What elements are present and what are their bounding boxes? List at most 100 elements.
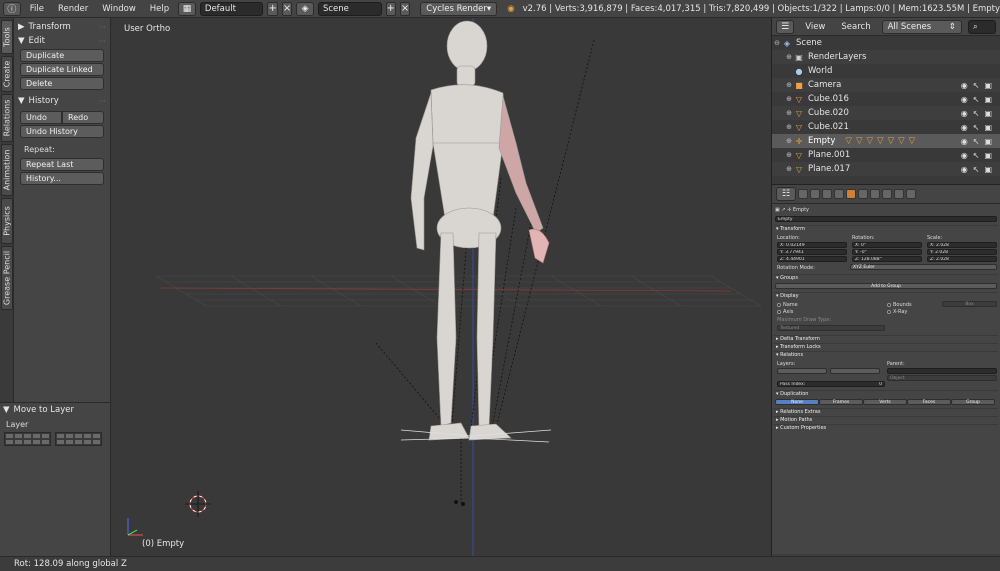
duplicate-button[interactable]: Duplicate [20, 49, 104, 62]
location-y[interactable]: Y: 3.77941 [777, 249, 847, 255]
outliner-search-input[interactable]: ⌕ [968, 19, 996, 34]
render-icon[interactable]: ▣ [984, 123, 992, 132]
cursor-icon[interactable]: ↖ [973, 165, 980, 174]
tab-physics[interactable]: Physics [1, 198, 13, 244]
outliner-row-empty[interactable]: ⊕ ✛ Empty ▽▽▽▽▽▽▽ ◉ ↖ ▣ [772, 134, 1000, 148]
section-transform-locks[interactable]: ▸ Transform Locks [774, 343, 998, 350]
eye-icon[interactable]: ◉ [961, 137, 968, 146]
cursor-icon[interactable]: ↖ [973, 151, 980, 160]
render-icon[interactable]: ▣ [984, 109, 992, 118]
outliner-search-menu[interactable]: Search [836, 22, 875, 32]
rotation-x[interactable]: X: 0° [852, 242, 922, 248]
collapse-icon[interactable]: ⊕ [784, 165, 794, 173]
scale-y[interactable]: Y: 2.028 [927, 249, 997, 255]
tab-animation[interactable]: Animation [1, 144, 13, 196]
eye-icon[interactable]: ◉ [961, 151, 968, 160]
renderlayers-tab-icon[interactable] [810, 189, 820, 199]
dup-none-button[interactable]: None [775, 399, 819, 405]
properties-editor-button[interactable]: ☷ [776, 187, 796, 201]
location-z[interactable]: Z: 4.44901 [777, 256, 847, 262]
empty-object[interactable] [454, 500, 465, 506]
constraints-tab-icon[interactable] [858, 189, 868, 199]
collapse-icon[interactable]: ⊕ [784, 53, 794, 61]
render-tab-icon[interactable] [798, 189, 808, 199]
modifiers-tab-icon[interactable] [870, 189, 880, 199]
rotation-z[interactable]: Z: 128.088° [852, 256, 922, 262]
scale-z[interactable]: Z: 2.028 [927, 256, 997, 262]
dup-group-button[interactable]: Group [951, 399, 995, 405]
menu-help[interactable]: Help [145, 4, 174, 14]
data-tab-icon[interactable] [882, 189, 892, 199]
xray-option[interactable]: X-Ray [887, 309, 997, 315]
dup-faces-button[interactable]: Faces [907, 399, 951, 405]
rotation-y[interactable]: Y: -0° [852, 249, 922, 255]
render-icon[interactable]: ▣ [984, 137, 992, 146]
menu-file[interactable]: File [25, 4, 49, 14]
location-x[interactable]: X: 0.02149 [777, 242, 847, 248]
outliner-row-world[interactable]: ● World [772, 64, 1000, 78]
parent-field[interactable] [887, 368, 997, 374]
parent-type-dropdown[interactable]: Object [887, 375, 997, 381]
remove-layout-button[interactable]: × [281, 1, 293, 16]
outliner-editor-button[interactable]: ☰ [776, 19, 795, 34]
layout-field[interactable]: Default [199, 1, 264, 16]
layer-block-right[interactable] [55, 432, 102, 446]
eye-icon[interactable]: ◉ [961, 123, 968, 132]
scale-x[interactable]: X: 2.028 [927, 242, 997, 248]
redo-button[interactable]: Redo [62, 111, 104, 124]
eye-icon[interactable]: ◉ [961, 95, 968, 104]
cursor-icon[interactable]: ↖ [973, 81, 980, 90]
collapse-icon[interactable]: ⊖ [772, 39, 782, 47]
outliner-row-cube020[interactable]: ⊕ ▽ Cube.020 ◉ ↖ ▣ [772, 106, 1000, 120]
scene-selector-button[interactable]: ◈ [296, 1, 314, 16]
menu-render[interactable]: Render [53, 4, 93, 14]
eye-icon[interactable]: ◉ [961, 81, 968, 90]
bounds-type-dropdown[interactable]: Box [942, 301, 997, 307]
collapse-icon[interactable]: ⊕ [784, 123, 794, 131]
outliner-row-cube016[interactable]: ⊕ ▽ Cube.016 ◉ ↖ ▣ [772, 92, 1000, 106]
menu-window[interactable]: Window [97, 4, 141, 14]
world-tab-icon[interactable] [834, 189, 844, 199]
cursor-icon[interactable]: ↖ [973, 109, 980, 118]
history-dots-button[interactable]: History... [20, 172, 104, 185]
render-icon[interactable]: ▣ [984, 81, 992, 90]
screen-layout-button[interactable]: ▦ [178, 1, 196, 16]
section-transform[interactable]: ▾ Transform [774, 225, 998, 232]
eye-icon[interactable]: ◉ [961, 109, 968, 118]
relations-layers-right[interactable] [830, 368, 880, 374]
remove-scene-button[interactable]: × [399, 1, 411, 16]
scene-tab-icon[interactable] [822, 189, 832, 199]
add-scene-button[interactable]: + [385, 1, 396, 16]
section-relations-extras[interactable]: ▸ Relations Extras [774, 408, 998, 415]
object-name-field[interactable]: Empty [775, 216, 997, 222]
outliner-row-scene[interactable]: ⊖ ◈ Scene [772, 36, 1000, 50]
3d-cursor[interactable] [185, 491, 211, 517]
collapse-icon[interactable]: ⊕ [784, 81, 794, 89]
collapse-icon[interactable]: ⊕ [784, 95, 794, 103]
section-display[interactable]: ▾ Display [774, 292, 998, 299]
tab-relations[interactable]: Relations [1, 94, 13, 142]
section-custom-properties[interactable]: ▸ Custom Properties [774, 424, 998, 431]
info-editor-button[interactable]: ⓘ [3, 1, 21, 16]
tab-tools[interactable]: Tools [1, 20, 13, 54]
outliner-filter-dropdown[interactable]: All Scenes ⇕ [881, 19, 962, 34]
cursor-icon[interactable]: ↖ [973, 95, 980, 104]
operator-header[interactable]: ▼ Move to Layer [0, 403, 110, 417]
delete-button[interactable]: Delete [20, 77, 104, 90]
section-motion-paths[interactable]: ▸ Motion Paths [774, 416, 998, 423]
render-icon[interactable]: ▣ [984, 151, 992, 160]
cursor-icon[interactable]: ↖ [973, 137, 980, 146]
layer-block-left[interactable] [4, 432, 51, 446]
section-delta-transform[interactable]: ▸ Delta Transform [774, 335, 998, 342]
dup-verts-button[interactable]: Verts [863, 399, 907, 405]
section-duplication[interactable]: ▾ Duplication [774, 390, 998, 397]
scene-field[interactable]: Scene [317, 1, 382, 16]
panel-history-header[interactable]: ▼ History ⋯ [14, 94, 110, 108]
object-tab-icon[interactable] [846, 189, 856, 199]
outliner-row-camera[interactable]: ⊕ ■ Camera ◉ ↖ ▣ [772, 78, 1000, 92]
render-icon[interactable]: ▣ [984, 95, 992, 104]
render-engine-dropdown[interactable]: Cycles Render ▾ [420, 1, 498, 16]
cursor-icon[interactable]: ↖ [973, 123, 980, 132]
outliner-row-renderlayers[interactable]: ⊕ ▣ RenderLayers [772, 50, 1000, 64]
panel-transform-header[interactable]: ▶ Transform ⋯ [14, 20, 110, 34]
